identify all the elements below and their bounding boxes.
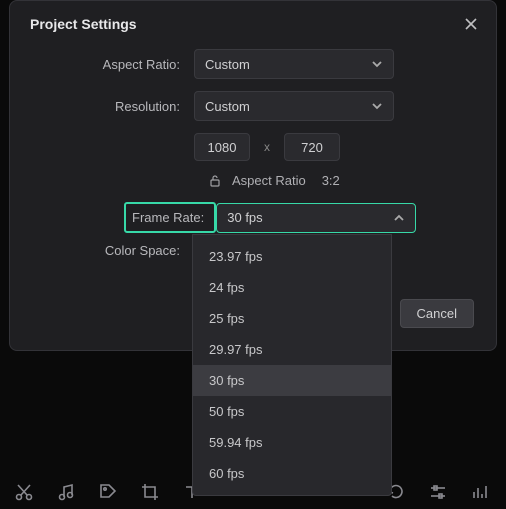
- music-tool[interactable]: [56, 482, 76, 502]
- frame-rate-option[interactable]: 23.97 fps: [193, 241, 391, 272]
- frame-rate-option[interactable]: 60 fps: [193, 458, 391, 489]
- cut-tool[interactable]: [14, 482, 34, 502]
- resolution-label: Resolution:: [34, 99, 194, 114]
- frame-rate-option[interactable]: 30 fps: [193, 365, 391, 396]
- chevron-down-icon: [371, 58, 383, 70]
- frame-rate-select[interactable]: 30 fps: [216, 203, 416, 233]
- close-icon: [464, 17, 478, 31]
- frame-rate-option[interactable]: 25 fps: [193, 303, 391, 334]
- frame-rate-label: Frame Rate:: [124, 202, 216, 233]
- resolution-height-input[interactable]: 720: [284, 133, 340, 161]
- frame-rate-option[interactable]: 24 fps: [193, 272, 391, 303]
- resolution-x-separator: x: [264, 140, 270, 154]
- dialog-title: Project Settings: [30, 16, 137, 32]
- levels-tool[interactable]: [470, 482, 490, 502]
- resolution-value: Custom: [205, 99, 250, 114]
- crop-tool[interactable]: [140, 482, 160, 502]
- frame-rate-option[interactable]: 59.94 fps: [193, 427, 391, 458]
- close-button[interactable]: [462, 15, 480, 33]
- resolution-width-input[interactable]: 1080: [194, 133, 250, 161]
- aspect-ratio-select[interactable]: Custom: [194, 49, 394, 79]
- frame-rate-option[interactable]: 50 fps: [193, 396, 391, 427]
- lock-aspect-ratio: 3:2: [322, 173, 340, 188]
- frame-rate-option[interactable]: 29.97 fps: [193, 334, 391, 365]
- frame-rate-value: 30 fps: [227, 210, 262, 225]
- aspect-ratio-label: Aspect Ratio:: [34, 57, 194, 72]
- lock-aspect-label: Aspect Ratio: [232, 173, 306, 188]
- color-space-label: Color Space:: [34, 243, 194, 258]
- frame-rate-dropdown: 23.97 fps 24 fps 25 fps 29.97 fps 30 fps…: [192, 234, 392, 496]
- chevron-up-icon: [393, 212, 405, 224]
- unlock-icon[interactable]: [208, 174, 222, 188]
- adjust-tool[interactable]: [428, 482, 448, 502]
- cancel-button[interactable]: Cancel: [400, 299, 474, 328]
- chevron-down-icon: [371, 100, 383, 112]
- aspect-ratio-value: Custom: [205, 57, 250, 72]
- tag-tool[interactable]: [98, 482, 118, 502]
- resolution-select[interactable]: Custom: [194, 91, 394, 121]
